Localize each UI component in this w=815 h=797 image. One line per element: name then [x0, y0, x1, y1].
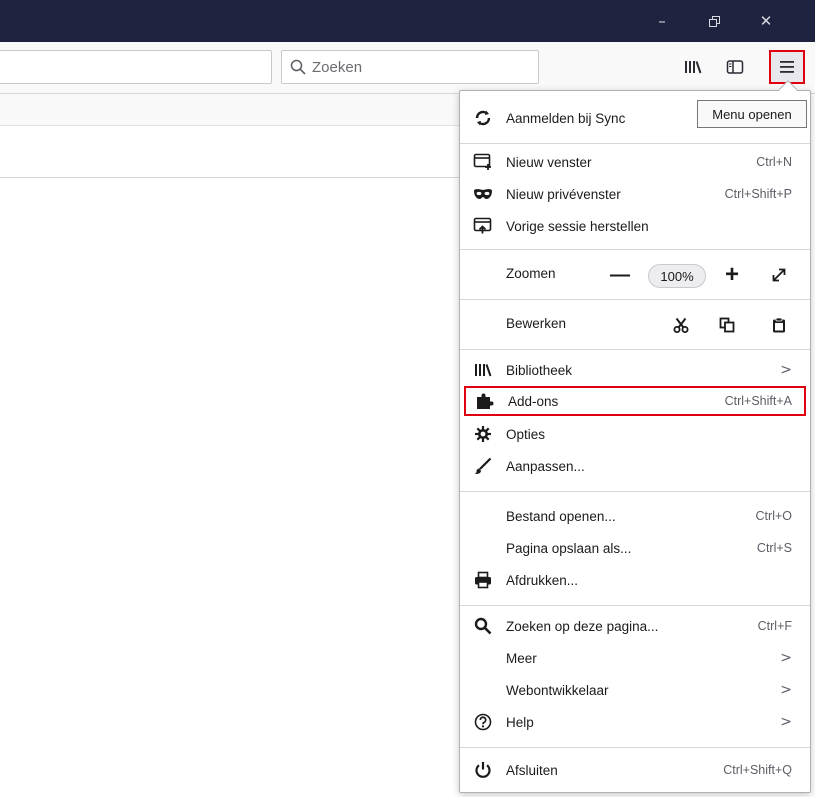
menu-shortcut: Ctrl+S	[756, 541, 792, 555]
scissors-icon	[673, 317, 689, 333]
menu-label: Help	[506, 714, 534, 730]
fullscreen-button[interactable]	[764, 261, 794, 289]
gear-icon	[472, 424, 494, 444]
menu-item-restore-session[interactable]: Vorige sessie herstellen	[460, 211, 810, 241]
chevron-right-icon: >	[780, 362, 792, 378]
menu-shortcut: Ctrl+Shift+P	[724, 187, 792, 201]
copy-button[interactable]	[712, 311, 742, 339]
menu-label: Pagina opslaan als...	[506, 540, 632, 556]
title-bar: – ✕	[0, 0, 815, 42]
paste-button[interactable]	[764, 311, 794, 339]
minimize-icon: –	[658, 12, 666, 30]
sync-icon	[472, 108, 494, 128]
app-menu-panel: Aanmelden bij Sync Nieuw venster Ctrl+N …	[459, 80, 811, 793]
menu-label: Afdrukken...	[506, 572, 579, 588]
menu-label: Zoeken op deze pagina...	[506, 618, 659, 634]
search-placeholder: Zoeken	[312, 58, 363, 76]
library-icon	[685, 61, 702, 74]
minus-icon: —	[610, 263, 630, 286]
close-icon: ✕	[759, 12, 773, 30]
menu-shortcut: Ctrl+Shift+A	[724, 394, 792, 408]
puzzle-icon	[474, 391, 496, 411]
zoom-label: Zoomen	[506, 266, 556, 281]
chevron-right-icon: >	[780, 714, 792, 730]
help-icon	[472, 712, 494, 732]
fullscreen-icon	[772, 268, 786, 282]
menu-label: Nieuw venster	[506, 154, 592, 170]
bookmarks-toolbar	[0, 94, 460, 126]
sidebar-button[interactable]	[722, 54, 748, 80]
library-icon	[472, 360, 494, 380]
menu-label: Nieuw privévenster	[506, 186, 621, 202]
menu-item-customize[interactable]: Aanpassen...	[460, 451, 810, 481]
sidebar-icon	[726, 60, 744, 74]
menu-item-more[interactable]: Meer >	[460, 643, 810, 673]
menu-item-addons[interactable]: Add-ons Ctrl+Shift+A	[464, 386, 806, 416]
zoom-in-button[interactable]: +	[718, 261, 746, 289]
private-mask-icon	[472, 184, 494, 204]
paintbrush-icon	[472, 456, 494, 476]
menu-label: Webontwikkelaar	[506, 682, 609, 698]
menu-label: Bestand openen...	[506, 508, 616, 524]
menu-shortcut: Ctrl+O	[755, 509, 792, 523]
plus-icon: +	[724, 261, 739, 288]
copy-icon	[719, 317, 735, 333]
menu-item-quit[interactable]: Afsluiten Ctrl+Shift+Q	[460, 755, 810, 785]
content-strip	[0, 126, 460, 178]
search-icon	[290, 59, 306, 75]
menu-shortcut: Ctrl+N	[756, 155, 792, 169]
menu-shortcut: Ctrl+Shift+Q	[723, 763, 792, 777]
new-window-icon	[472, 152, 494, 172]
menu-item-web-developer[interactable]: Webontwikkelaar >	[460, 675, 810, 705]
menu-label: Afsluiten	[506, 762, 558, 778]
menu-item-save-page[interactable]: Pagina opslaan als... Ctrl+S	[460, 533, 810, 563]
zoom-reset-button[interactable]: 100%	[648, 264, 706, 288]
menu-label: Aanpassen...	[506, 458, 585, 474]
clipboard-icon	[773, 317, 785, 333]
minimize-button[interactable]: –	[640, 0, 684, 42]
menu-shortcut: Ctrl+F	[757, 619, 792, 633]
menu-tooltip: Menu openen	[697, 100, 807, 128]
hamburger-menu-icon	[780, 61, 794, 73]
menu-item-help[interactable]: Help >	[460, 707, 810, 737]
open-menu-button[interactable]	[769, 50, 805, 84]
zoom-controls: Zoomen — 100% +	[460, 253, 810, 297]
menu-item-library[interactable]: Bibliotheek >	[460, 355, 810, 385]
menu-label: Aanmelden bij Sync	[506, 110, 626, 126]
power-icon	[472, 760, 494, 780]
edit-controls: Bewerken	[460, 303, 810, 347]
navigation-toolbar: Zoeken	[0, 42, 815, 94]
menu-label: Add-ons	[508, 393, 559, 409]
edit-label: Bewerken	[506, 316, 567, 331]
chevron-right-icon: >	[780, 650, 792, 666]
menu-item-open-file[interactable]: Bestand openen... Ctrl+O	[460, 501, 810, 531]
menu-label: Meer	[506, 650, 537, 666]
menu-label: Vorige sessie herstellen	[506, 218, 649, 234]
restore-button[interactable]	[692, 0, 736, 42]
menu-label: Opties	[506, 426, 546, 442]
close-button[interactable]: ✕	[744, 0, 788, 42]
library-button[interactable]	[680, 54, 706, 80]
menu-item-new-window[interactable]: Nieuw venster Ctrl+N	[460, 147, 810, 177]
menu-item-print[interactable]: Afdrukken...	[460, 565, 810, 595]
restore-session-icon	[472, 216, 494, 236]
menu-item-find[interactable]: Zoeken op deze pagina... Ctrl+F	[460, 611, 810, 641]
zoom-out-button[interactable]: —	[606, 261, 634, 289]
restore-icon	[708, 15, 720, 27]
search-icon	[472, 616, 494, 636]
menu-label: Bibliotheek	[506, 362, 573, 378]
printer-icon	[472, 570, 494, 590]
cut-button[interactable]	[666, 311, 696, 339]
menu-item-options[interactable]: Opties	[460, 419, 810, 449]
search-input[interactable]: Zoeken	[281, 50, 539, 84]
url-bar[interactable]	[0, 50, 272, 84]
menu-item-private-window[interactable]: Nieuw privévenster Ctrl+Shift+P	[460, 179, 810, 209]
chevron-right-icon: >	[780, 682, 792, 698]
zoom-level: 100%	[660, 268, 694, 284]
